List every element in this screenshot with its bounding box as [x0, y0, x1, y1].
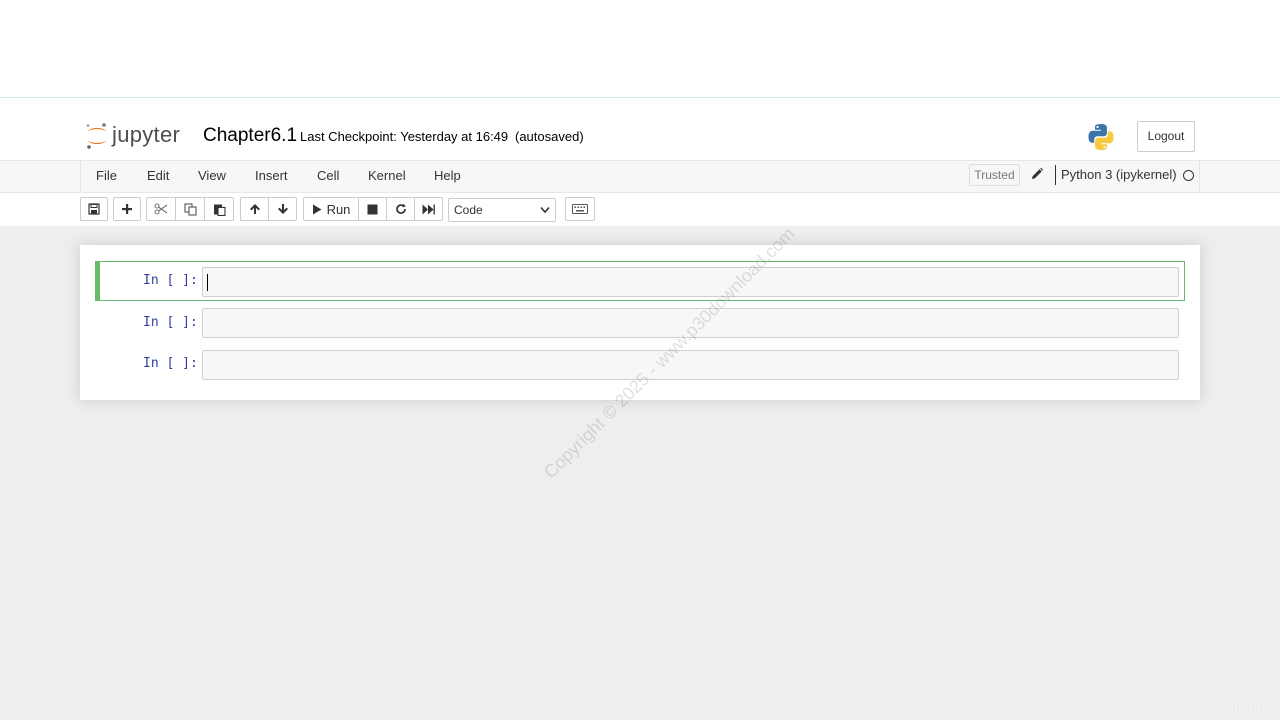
cell-input[interactable]	[202, 267, 1179, 297]
paste-button[interactable]	[204, 197, 234, 221]
interrupt-button[interactable]	[358, 197, 387, 221]
insert-group	[113, 197, 141, 221]
insert-cell-button[interactable]	[113, 197, 141, 221]
notebook-name[interactable]: Chapter6.1	[203, 125, 297, 147]
cell-input[interactable]	[202, 350, 1179, 380]
checkpoint-status: Last Checkpoint: Yesterday at 16:49	[300, 129, 509, 144]
kernel-separator	[1055, 165, 1056, 185]
arrow-up-icon	[249, 204, 260, 214]
stop-icon	[367, 204, 378, 214]
scissors-icon	[154, 203, 168, 215]
text-cursor	[207, 274, 208, 291]
cell-type-value: Code	[454, 203, 483, 217]
menu-file[interactable]: File	[96, 168, 117, 183]
logout-button[interactable]: Logout	[1137, 121, 1195, 152]
menu-cell[interactable]: Cell	[317, 168, 339, 183]
save-button[interactable]	[80, 197, 108, 221]
cut-button[interactable]	[146, 197, 176, 221]
trusted-indicator[interactable]: Trusted	[969, 164, 1020, 186]
udemy-watermark: ûdemy	[1226, 696, 1269, 712]
jupyter-logo-text[interactable]: jupyter	[112, 122, 180, 148]
move-up-button[interactable]	[240, 197, 269, 221]
move-group	[240, 197, 297, 221]
chevron-down-icon	[540, 206, 550, 214]
cell-prompt: In [ ]:	[143, 273, 198, 288]
run-button[interactable]: Run	[303, 197, 359, 221]
fast-forward-icon	[422, 204, 435, 214]
cell-type-select[interactable]: Code	[448, 198, 556, 222]
command-palette-button[interactable]	[565, 197, 595, 221]
arrow-down-icon	[277, 204, 288, 214]
python-logo-icon	[1088, 124, 1114, 150]
menu-insert[interactable]: Insert	[255, 168, 288, 183]
run-label: Run	[326, 201, 351, 217]
move-down-button[interactable]	[268, 197, 297, 221]
copy-icon	[183, 202, 197, 216]
cell-prompt: In [ ]:	[143, 315, 198, 330]
kernel-name[interactable]: Python 3 (ipykernel)	[1061, 167, 1177, 182]
jupyter-logo-icon[interactable]	[84, 121, 110, 151]
run-group: Run	[303, 197, 443, 221]
restart-run-all-button[interactable]	[414, 197, 443, 221]
pencil-icon[interactable]	[1030, 167, 1044, 181]
play-icon	[312, 204, 322, 214]
top-blank-area	[0, 0, 1280, 98]
save-group	[80, 197, 108, 221]
paste-icon	[213, 204, 226, 216]
menu-help[interactable]: Help	[434, 168, 461, 183]
save-icon	[88, 203, 100, 215]
menu-view[interactable]: View	[198, 168, 226, 183]
keyboard-icon	[572, 204, 588, 214]
menu-edit[interactable]: Edit	[147, 168, 169, 183]
menu-kernel[interactable]: Kernel	[368, 168, 406, 183]
restart-button[interactable]	[386, 197, 415, 221]
restart-icon	[395, 203, 406, 214]
copy-button[interactable]	[175, 197, 205, 221]
cell-prompt: In [ ]:	[143, 356, 198, 371]
autosave-status: (autosaved)	[515, 129, 584, 144]
plus-icon	[122, 204, 132, 214]
clipboard-group	[146, 197, 234, 221]
kernel-idle-indicator-icon	[1183, 170, 1194, 181]
